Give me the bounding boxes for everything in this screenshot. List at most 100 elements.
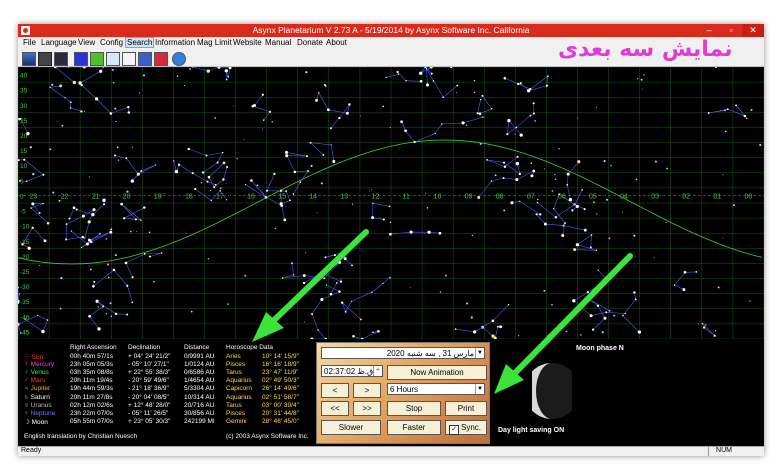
fast-back-button[interactable]: <<: [321, 401, 349, 416]
menu-file[interactable]: File: [22, 38, 37, 47]
star: [503, 76, 507, 80]
star: [473, 79, 476, 82]
star: [532, 112, 535, 115]
menu-about[interactable]: About: [325, 38, 348, 47]
menu-mag-limit[interactable]: Mag Limit: [196, 38, 233, 47]
star: [114, 312, 118, 316]
chevron-down-icon[interactable]: ▼: [475, 384, 484, 394]
star: [724, 109, 726, 112]
star: [59, 307, 62, 310]
star: [490, 180, 493, 182]
stop-button[interactable]: Stop: [387, 401, 441, 416]
star: [472, 330, 477, 334]
star: [206, 69, 210, 73]
date-picker[interactable]: 2020 مارس 31 , سه شنبه ▼: [321, 347, 485, 359]
slower-button[interactable]: Slower: [321, 420, 381, 435]
star: [590, 234, 593, 236]
sync-checkbox[interactable]: ✓ Sync.: [445, 420, 487, 435]
star: [114, 254, 117, 257]
star: [64, 96, 66, 99]
planet-dec: - 05° 11' 26/5": [128, 409, 169, 417]
step-forward-button[interactable]: >: [353, 383, 381, 398]
menu-search[interactable]: Search: [125, 37, 155, 48]
page-icon[interactable]: [106, 52, 120, 66]
step-back-button[interactable]: <: [321, 383, 349, 398]
print-button[interactable]: Print: [445, 401, 487, 416]
star: [112, 82, 115, 84]
planet-sign: Tarus: [226, 401, 242, 409]
chart-icon[interactable]: [38, 52, 52, 66]
star: [589, 314, 593, 318]
star: [554, 216, 557, 219]
star: [279, 202, 283, 206]
planet-degree: 26° 14' 49/6": [262, 385, 299, 393]
flag-icon[interactable]: [154, 52, 168, 66]
menu-website[interactable]: Website: [232, 38, 263, 47]
menu-config[interactable]: Config: [99, 38, 124, 47]
s-icon[interactable]: [90, 52, 104, 66]
star-map[interactable]: 23 22 21 20 19 18 17 16 15 14 13 12 11 10 09 08 07 06 05 04…: [18, 67, 764, 339]
time-spinner[interactable]: 02:37:02 ق.ظ ÷: [321, 365, 383, 377]
chevron-down-icon[interactable]: ▼: [475, 348, 484, 358]
star: [425, 83, 430, 87]
interval-select[interactable]: 6 Hours ▼: [387, 383, 485, 395]
ra-label: 07: [527, 193, 535, 200]
planet-degree: 10° 14' 15/9": [262, 353, 299, 360]
film-icon[interactable]: [54, 52, 68, 66]
menu-donate[interactable]: Donate: [296, 38, 324, 47]
star: [572, 299, 576, 303]
star: [148, 255, 152, 258]
star: [126, 313, 129, 316]
star: [369, 190, 370, 192]
now-animation-button[interactable]: Now Animation: [387, 365, 487, 380]
sky-view-icon[interactable]: [22, 52, 36, 66]
star: [207, 258, 210, 260]
checkbox-icon[interactable]: ✓: [449, 425, 459, 435]
title-bar[interactable]: Asynx Planetarium V 2.73 A - 5/19/2014 b…: [18, 24, 764, 37]
star: [160, 252, 163, 254]
calendar-icon[interactable]: [138, 52, 152, 66]
time-controls: 2020 مارس 31 , سه شنبه ▼ 02:37:02 ق.ظ ÷ …: [316, 342, 490, 444]
copy-icon[interactable]: [122, 52, 136, 66]
constellation-line: [702, 323, 715, 336]
star: [232, 105, 234, 107]
menu-language[interactable]: Language: [40, 38, 78, 47]
maximize-button[interactable]: ▫: [720, 24, 742, 37]
star: [547, 334, 549, 337]
fast-forward-button[interactable]: >>: [353, 401, 381, 416]
star: [173, 160, 175, 162]
star: [497, 325, 499, 328]
planet-ra: 19h 44m 59/3s: [70, 385, 114, 393]
star: [52, 191, 55, 194]
menu-information[interactable]: Information: [154, 38, 196, 47]
spin-icon[interactable]: ÷: [373, 366, 382, 376]
star: [434, 132, 436, 135]
star: [213, 186, 216, 189]
help-icon[interactable]: [172, 52, 186, 66]
faster-button[interactable]: Faster: [387, 420, 441, 435]
m-icon[interactable]: [74, 52, 88, 66]
star: [310, 164, 313, 167]
star: [605, 278, 609, 282]
close-button[interactable]: ✕: [742, 24, 764, 37]
star: [389, 276, 391, 279]
star: [329, 127, 332, 130]
app-window: Asynx Planetarium V 2.73 A - 5/19/2014 b…: [18, 24, 764, 456]
menu-view[interactable]: View: [77, 38, 96, 47]
star: [70, 101, 72, 104]
constellation-line: [511, 200, 586, 231]
star: [345, 111, 349, 115]
star: [131, 301, 134, 304]
ra-label: 23: [30, 193, 38, 200]
star: [561, 234, 565, 237]
star: [622, 211, 624, 213]
star: [419, 71, 423, 75]
star: [191, 172, 194, 175]
menu-manual[interactable]: Manual: [264, 38, 292, 47]
ra-label: 01: [713, 193, 721, 200]
star: [60, 277, 63, 280]
ra-label: 14: [309, 193, 317, 200]
star: [507, 303, 510, 306]
minimize-button[interactable]: –: [698, 24, 720, 37]
star: [21, 243, 24, 246]
